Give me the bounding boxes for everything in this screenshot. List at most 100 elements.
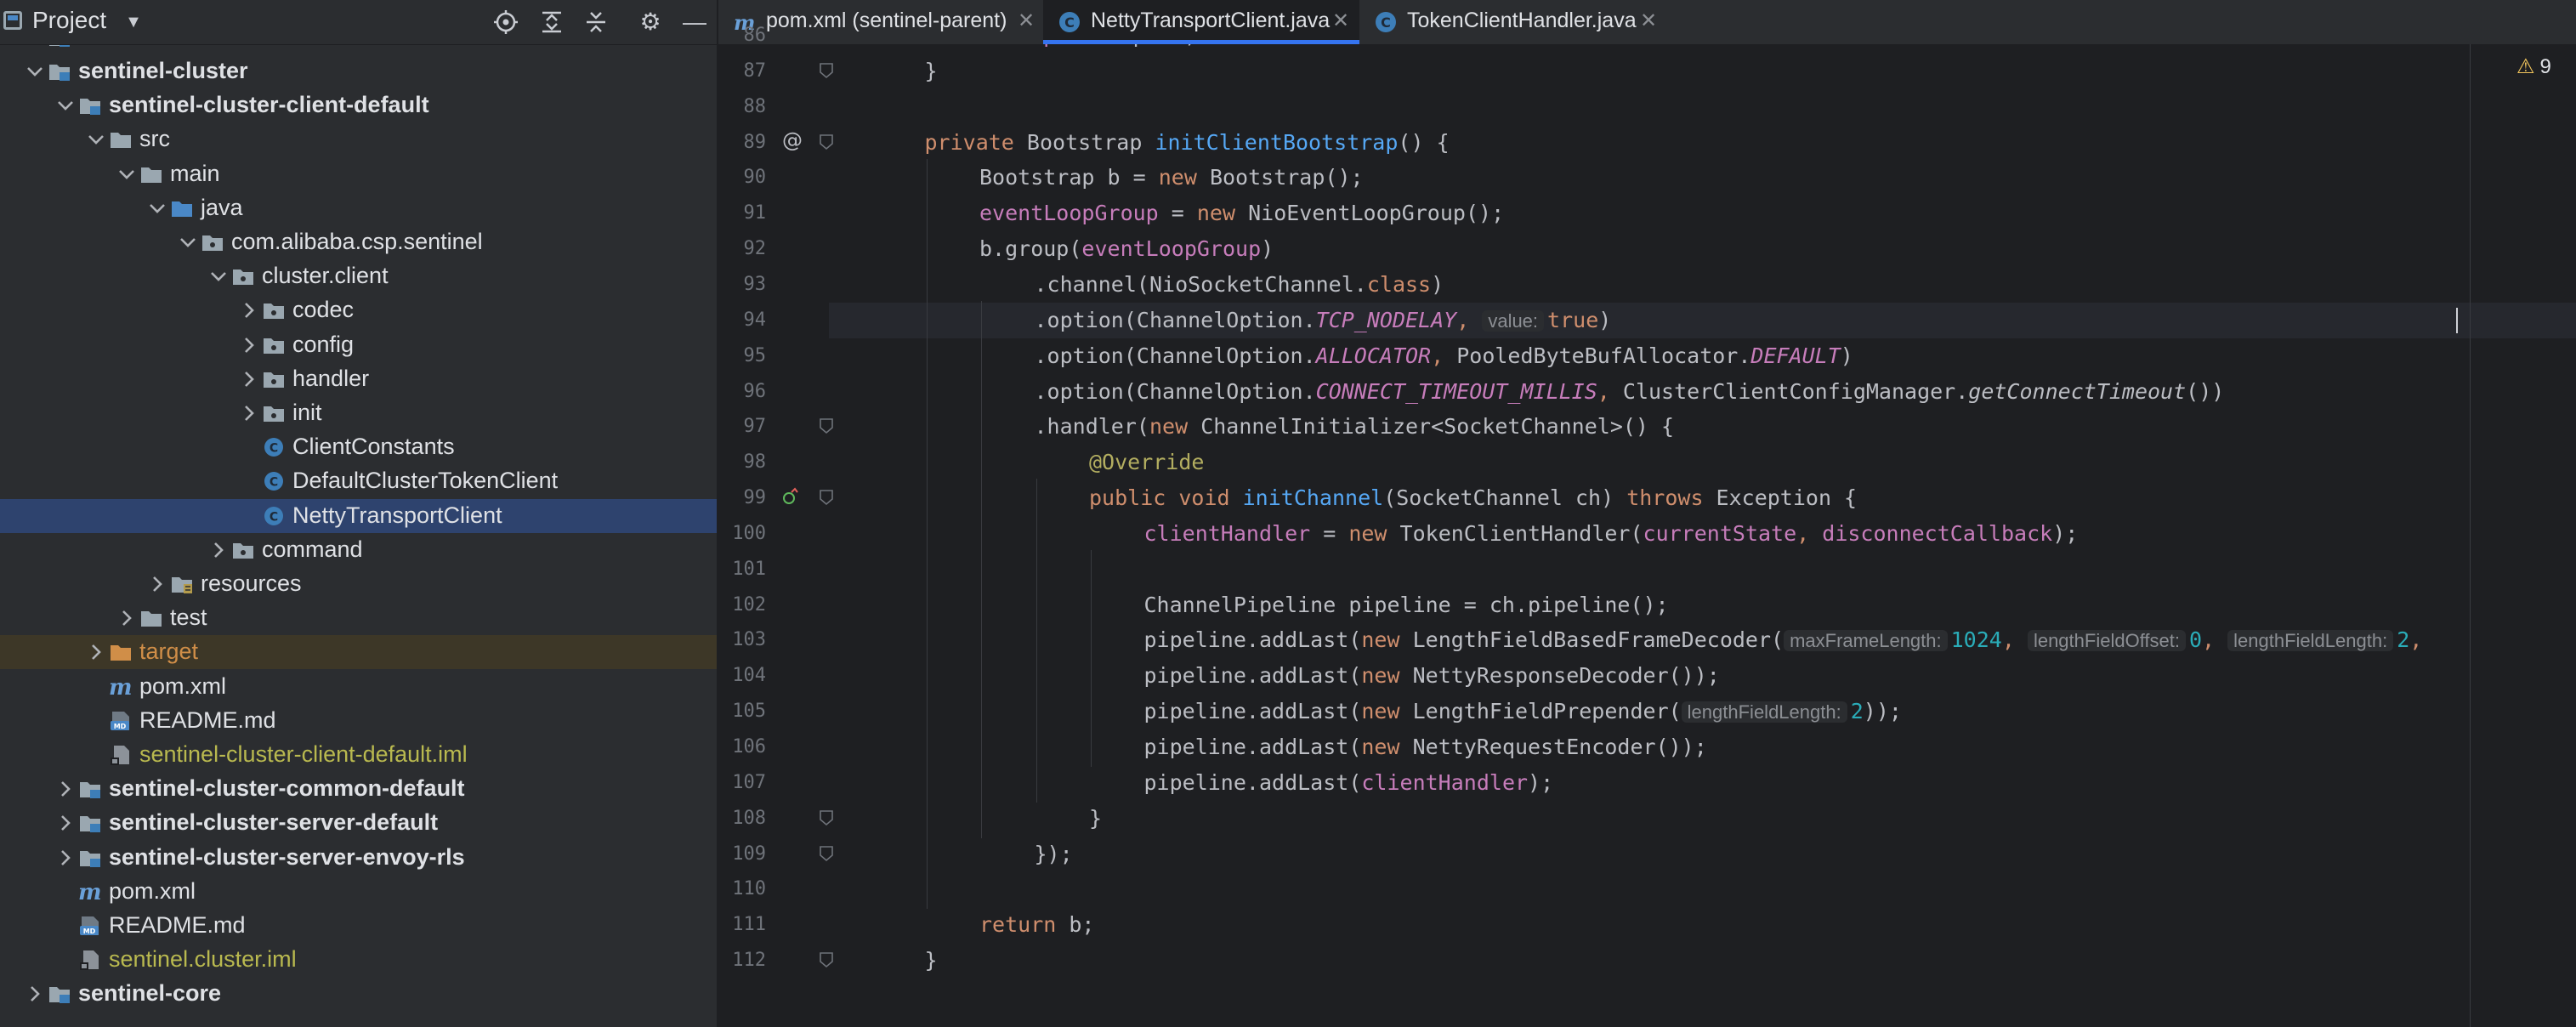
svg-text:MD: MD xyxy=(83,928,96,935)
tab-label: pom.xml (sentinel-parent) xyxy=(766,9,1007,32)
tree-item[interactable]: C NettyTransportClient xyxy=(0,498,717,533)
svg-text:C: C xyxy=(270,476,278,490)
chevron-down-icon[interactable] xyxy=(116,164,137,184)
chevron-right-icon[interactable] xyxy=(25,984,45,1004)
chevron-right-icon[interactable] xyxy=(86,642,106,662)
collapse-all-icon[interactable] xyxy=(582,8,610,37)
chevron-down-icon[interactable] xyxy=(208,266,229,287)
tree-item[interactable]: resources xyxy=(0,567,717,601)
tab-tokenclienthandler[interactable]: C TokenClientHandler.java ✕ xyxy=(1359,0,1665,44)
chevron-right-icon[interactable] xyxy=(239,335,259,355)
chevron-down-icon[interactable]: ▼ xyxy=(119,8,148,37)
tree-item[interactable]: java xyxy=(0,191,717,225)
tree-item[interactable]: init xyxy=(0,396,717,430)
code-line[interactable]: this.port = port; xyxy=(829,44,2576,54)
chevron-right-icon[interactable] xyxy=(147,574,167,594)
tree-item[interactable]: MD README.md xyxy=(0,704,717,738)
chevron-right-icon[interactable] xyxy=(208,540,229,560)
tree-item[interactable]: cluster.client xyxy=(0,259,717,293)
chevron-right-icon[interactable] xyxy=(55,779,76,799)
code-line[interactable]: .option(ChannelOption.ALLOCATOR, PooledB… xyxy=(829,338,2576,374)
code-line[interactable]: } xyxy=(829,801,2576,837)
inspection-widget[interactable]: ⚠ 9 xyxy=(2516,54,2551,79)
code-token: NettyRequestEncoder()); xyxy=(1412,735,1707,759)
code-line[interactable]: } xyxy=(829,943,2576,979)
tree-item-label: handler xyxy=(292,365,370,391)
tree-item[interactable]: codec xyxy=(0,293,717,327)
chevron-right-icon[interactable] xyxy=(239,403,259,423)
line-number: 111 xyxy=(732,914,766,936)
tree-item[interactable]: sentinel-cluster xyxy=(0,54,717,88)
close-icon[interactable]: ✕ xyxy=(1018,9,1035,33)
line-number-gutter[interactable]: 86 87 88 89 @90 91 92 93 94 95 96 97 98 99 100 101 102 10… xyxy=(718,25,861,1027)
tree-item-label: pom.xml xyxy=(139,672,227,699)
code-line[interactable]: .channel(NioSocketChannel.class) xyxy=(829,267,2576,303)
tree-item[interactable]: sentinel-cluster-server-envoy-rls xyxy=(0,841,717,875)
code-line[interactable]: .handler(new ChannelInitializer<SocketCh… xyxy=(829,409,2576,445)
tab-pom-xml[interactable]: m pom.xml (sentinel-parent) ✕ xyxy=(718,0,1043,44)
tree-item[interactable]: C DefaultClusterTokenClient xyxy=(0,464,717,498)
tree-item[interactable]: src xyxy=(0,122,717,156)
code-text: ChannelPipeline pipeline = ch.pipeline()… xyxy=(1144,593,1669,617)
tree-item[interactable]: sentinel-cluster-common-default xyxy=(0,772,717,806)
annotation-at-icon[interactable]: @ xyxy=(782,128,803,152)
chevron-right-icon[interactable] xyxy=(116,608,137,628)
project-panel-title[interactable]: Project xyxy=(32,7,106,34)
close-icon[interactable]: ✕ xyxy=(1640,9,1657,33)
tree-item[interactable]: main xyxy=(0,157,717,191)
svg-text:C: C xyxy=(270,510,278,524)
code-line[interactable]: .option(ChannelOption.CONNECT_TIMEOUT_MI… xyxy=(829,374,2576,410)
chevron-down-icon[interactable] xyxy=(86,129,106,150)
code-line[interactable] xyxy=(829,89,2576,125)
tree-item[interactable]: com.alibaba.csp.sentinel xyxy=(0,225,717,259)
code-line[interactable] xyxy=(829,871,2576,907)
tab-nettytransportclient[interactable]: C NettyTransportClient.java ✕ xyxy=(1043,0,1359,44)
tree-item[interactable]: MD README.md xyxy=(0,909,717,943)
code-view[interactable]: this.port = port;} private Bootstrap init… xyxy=(829,44,2576,1027)
code-line[interactable]: b.group(eventLoopGroup) xyxy=(829,231,2576,267)
close-icon[interactable]: ✕ xyxy=(1332,9,1349,33)
minimize-icon[interactable]: — xyxy=(680,8,709,37)
tree-item[interactable]: command xyxy=(0,533,717,567)
override-icon[interactable] xyxy=(781,487,798,510)
code-token: clientHandler xyxy=(1143,520,1311,546)
expand-all-icon[interactable] xyxy=(537,8,566,37)
code-line[interactable]: clientHandler = new TokenClientHandler(c… xyxy=(829,516,2576,552)
code-line[interactable]: .option(ChannelOption.TCP_NODELAY, value… xyxy=(829,302,2576,338)
code-line[interactable]: } xyxy=(829,54,2576,89)
code-line[interactable]: Bootstrap b = new Bootstrap(); xyxy=(829,160,2576,196)
code-line[interactable]: private Bootstrap initClientBootstrap() … xyxy=(829,125,2576,161)
tree-item[interactable]: sentinel-cluster-client-default xyxy=(0,88,717,122)
tree-item[interactable]: C ClientConstants xyxy=(0,430,717,464)
chevron-down-icon[interactable] xyxy=(25,61,45,82)
tree-item-label: README.md xyxy=(109,912,246,938)
code-line[interactable]: return b; xyxy=(829,907,2576,943)
editor-tab-bar: m pom.xml (sentinel-parent) ✕ C NettyTra… xyxy=(718,0,2576,45)
code-line[interactable]: @Override xyxy=(829,445,2576,480)
gear-icon[interactable]: ⚙ xyxy=(636,8,665,37)
chevron-right-icon[interactable] xyxy=(55,813,76,833)
code-line[interactable]: public void initChannel(SocketChannel ch… xyxy=(829,480,2576,516)
tree-item[interactable]: sentinel-cluster-client-default.iml xyxy=(0,738,717,772)
tree-item[interactable]: sentinel-core xyxy=(0,977,717,1011)
tree-item[interactable]: sentinel.cluster.iml xyxy=(0,943,717,977)
code-line[interactable]: pipeline.addLast(clientHandler); xyxy=(829,765,2576,801)
tree-item[interactable]: handler xyxy=(0,362,717,396)
chevron-right-icon[interactable] xyxy=(239,300,259,321)
code-token: @Override xyxy=(1089,450,1205,475)
tree-item[interactable]: m pom.xml xyxy=(0,875,717,909)
code-line[interactable]: eventLoopGroup = new NioEventLoopGroup()… xyxy=(829,196,2576,231)
tree-item[interactable]: config xyxy=(0,328,717,362)
tree-item[interactable]: m pom.xml xyxy=(0,670,717,704)
tree-item[interactable]: sentinel-cluster-server-default xyxy=(0,806,717,840)
chevron-down-icon[interactable] xyxy=(147,198,167,218)
tree-item[interactable]: target xyxy=(0,635,717,670)
chevron-right-icon[interactable] xyxy=(239,369,259,389)
chevron-down-icon[interactable] xyxy=(55,95,76,116)
locate-file-icon[interactable] xyxy=(491,8,520,37)
chevron-down-icon[interactable] xyxy=(178,232,198,252)
code-token: ChannelInitializer<SocketChannel>() { xyxy=(1200,414,1675,440)
code-line[interactable]: }); xyxy=(829,837,2576,872)
tree-item[interactable]: test xyxy=(0,601,717,635)
chevron-right-icon[interactable] xyxy=(55,848,76,868)
